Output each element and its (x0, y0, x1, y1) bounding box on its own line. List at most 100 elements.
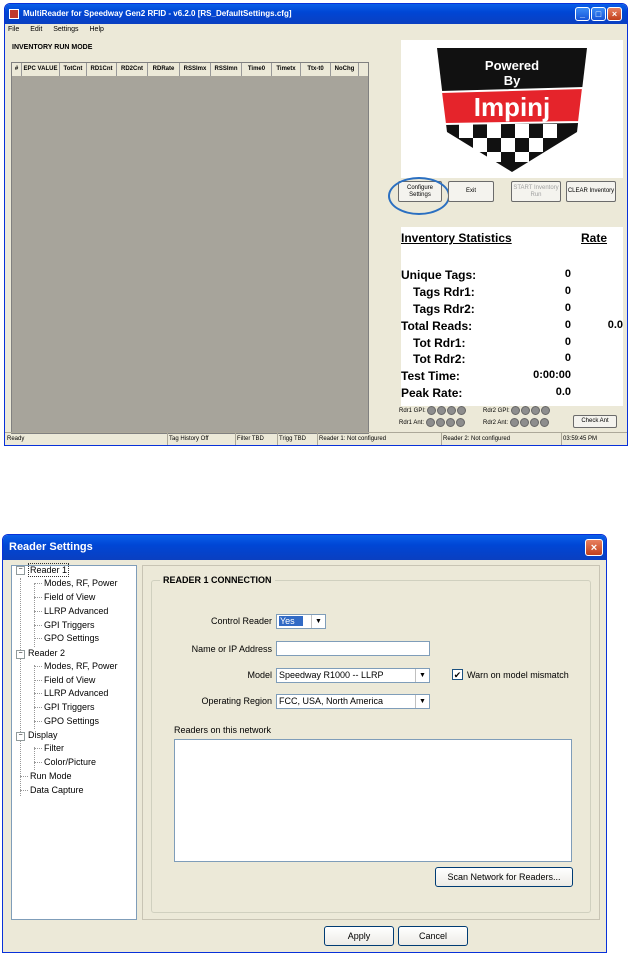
title-bar: MultiReader for Speedway Gen2 RFID - v6.… (5, 4, 627, 24)
stat-tot-rdr2-label: Tot Rdr2: (413, 352, 466, 366)
multireader-window: MultiReader for Speedway Gen2 RFID - v6.… (4, 3, 628, 446)
status-trigger[interactable]: Trigg TBD (277, 433, 318, 445)
name-ip-input[interactable] (276, 641, 430, 656)
stat-tot-rdr1-label: Tot Rdr1: (413, 336, 466, 350)
led-icon (435, 418, 445, 427)
tree-reader2[interactable]: Reader 2 (28, 647, 65, 659)
tree-display[interactable]: Display (28, 729, 58, 741)
model-select[interactable]: Speedway R1000 -- LLRP ▼ (276, 668, 430, 683)
tree-reader1-llrp[interactable]: LLRP Advanced (44, 605, 108, 617)
stat-tot-rdr2-value: 0 (564, 352, 571, 364)
warn-mismatch-label: Warn on model mismatch (467, 670, 569, 680)
minimize-button[interactable]: _ (575, 7, 590, 21)
led-icon (425, 418, 435, 427)
network-readers-list[interactable] (174, 739, 572, 862)
led-icon (457, 406, 467, 415)
menu-settings[interactable]: Settings (53, 26, 78, 33)
tree-reader1-gpi[interactable]: GPI Triggers (44, 619, 95, 631)
tree-data-capture[interactable]: Data Capture (30, 784, 84, 796)
stat-tags-rdr1-label: Tags Rdr1: (413, 285, 475, 299)
inventory-grid[interactable]: # EPC VALUE TotCnt RD1Cnt RD2Cnt RDRate … (11, 62, 369, 434)
status-reader2: Reader 2: Not configured (441, 433, 562, 445)
tree-display-color[interactable]: Color/Picture (44, 756, 96, 768)
led-icon (437, 406, 447, 415)
led-icon (427, 406, 437, 415)
rdr2-ant-label: Rdr2 Ant: (483, 420, 509, 427)
logo-panel: Powered By Impinj (401, 40, 623, 178)
col-nochg[interactable]: NoChg (331, 63, 359, 76)
tree-reader1[interactable]: Reader 1 (28, 563, 70, 577)
col-rd1cnt[interactable]: RD1Cnt (87, 63, 117, 76)
menu-help[interactable]: Help (90, 26, 104, 33)
collapse-icon[interactable]: − (16, 650, 25, 659)
settings-close-button[interactable]: × (585, 539, 603, 556)
stat-unique-tags-value: 0 (564, 268, 571, 280)
exit-button[interactable]: Exit (448, 181, 494, 202)
tree-reader1-gpo[interactable]: GPO Settings (44, 632, 99, 644)
col-ttx-t0[interactable]: Ttx-t0 (301, 63, 331, 76)
tree-display-filter[interactable]: Filter (44, 742, 64, 754)
col-index[interactable]: # (12, 63, 22, 76)
col-time0[interactable]: Time0 (242, 63, 272, 76)
stat-tags-rdr1-value: 0 (564, 285, 571, 297)
region-label: Operating Region (201, 696, 272, 706)
window-title: MultiReader for Speedway Gen2 RFID - v6.… (23, 9, 292, 18)
start-inventory-button[interactable]: START Inventory Run (511, 181, 561, 202)
inventory-statistics-panel: Inventory Statistics Rate Unique Tags: 0… (401, 227, 623, 406)
tree-reader1-fov[interactable]: Field of View (44, 591, 95, 603)
col-timetx[interactable]: Timetx (272, 63, 301, 76)
col-rssimx[interactable]: RSSImx (180, 63, 211, 76)
settings-title-bar: Reader Settings (3, 535, 606, 560)
name-ip-label: Name or IP Address (191, 644, 272, 654)
scan-network-button[interactable]: Scan Network for Readers... (435, 867, 573, 887)
maximize-button[interactable]: □ (591, 7, 606, 21)
impinj-logo: Powered By Impinj (437, 48, 587, 172)
col-rdrate[interactable]: RDRate (148, 63, 180, 76)
settings-tree[interactable]: − Reader 1 Modes, RF, Power Field of Vie… (11, 563, 137, 920)
tree-reader1-modes[interactable]: Modes, RF, Power (44, 577, 118, 589)
cancel-button[interactable]: Cancel (398, 926, 468, 946)
status-tag-history[interactable]: Tag History Off (167, 433, 236, 445)
apply-button[interactable]: Apply (324, 926, 394, 946)
logo-brand-text: Impinj (474, 92, 551, 122)
stat-test-time-label: Test Time: (401, 369, 460, 383)
tree-reader2-gpo[interactable]: GPO Settings (44, 715, 99, 727)
mode-label: INVENTORY RUN MODE (12, 44, 93, 51)
tree-reader2-fov[interactable]: Field of View (44, 674, 95, 686)
reader-settings-window: Reader Settings × − Reader 1 Modes, RF, … (2, 534, 607, 953)
rdr1-ant-row: Rdr1 Ant: (399, 418, 466, 427)
tree-reader2-gpi[interactable]: GPI Triggers (44, 701, 95, 713)
rdr2-gpi-label: Rdr2 GPI: (483, 408, 510, 415)
collapse-icon[interactable]: − (16, 732, 25, 741)
close-button[interactable]: × (607, 7, 622, 21)
group-legend: READER 1 CONNECTION (160, 575, 275, 585)
status-bar: Ready Tag History Off Filter TBD Trigg T… (5, 432, 627, 445)
model-label: Model (247, 670, 272, 680)
status-filter[interactable]: Filter TBD (235, 433, 278, 445)
control-reader-select[interactable]: Yes ▼ (276, 614, 326, 629)
collapse-icon[interactable]: − (16, 566, 25, 575)
clear-inventory-button[interactable]: CLEAR Inventory (566, 181, 616, 202)
col-rssimn[interactable]: RSSImn (211, 63, 242, 76)
led-icon (447, 406, 457, 415)
col-epc[interactable]: EPC VALUE (22, 63, 60, 76)
tree-reader2-llrp[interactable]: LLRP Advanced (44, 687, 108, 699)
rate-heading: Rate (581, 231, 608, 245)
led-icon (541, 406, 551, 415)
tree-run-mode[interactable]: Run Mode (30, 770, 72, 782)
stat-total-reads-rate: 0.0 (607, 319, 623, 331)
region-select[interactable]: FCC, USA, North America ▼ (276, 694, 430, 709)
warn-mismatch-checkbox[interactable]: ✔ (452, 669, 463, 680)
logo-by-text: By (504, 73, 521, 88)
tree-reader2-modes[interactable]: Modes, RF, Power (44, 660, 118, 672)
check-ant-button[interactable]: Check Ant (573, 415, 617, 428)
col-totcnt[interactable]: TotCnt (60, 63, 87, 76)
grid-header: # EPC VALUE TotCnt RD1Cnt RD2Cnt RDRate … (12, 63, 368, 76)
menu-edit[interactable]: Edit (30, 26, 42, 33)
menu-file[interactable]: File (8, 26, 19, 33)
led-icon (531, 406, 541, 415)
region-value: FCC, USA, North America (279, 696, 384, 706)
reader1-connection-group: READER 1 CONNECTION Control Reader Yes ▼… (151, 575, 591, 913)
col-rd2cnt[interactable]: RD2Cnt (117, 63, 148, 76)
connection-panel: READER 1 CONNECTION Control Reader Yes ▼… (142, 565, 600, 920)
